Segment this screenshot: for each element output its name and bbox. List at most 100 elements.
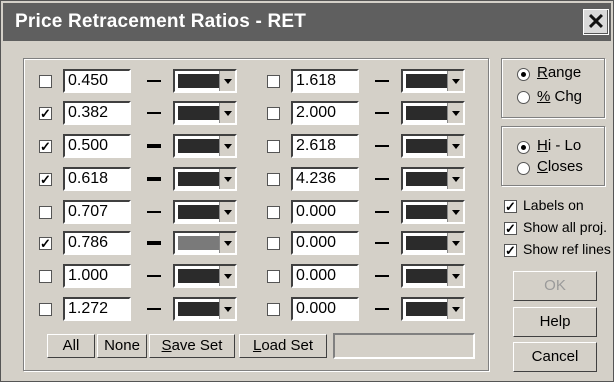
chevron-down-icon[interactable] <box>219 169 235 189</box>
pct-chg-radio[interactable] <box>517 91 530 104</box>
left_ratios-line-style[interactable] <box>147 275 161 277</box>
chevron-down-icon[interactable] <box>447 71 463 91</box>
left_ratios-value-field[interactable]: 1.272 <box>63 297 131 321</box>
left_ratios-checkbox[interactable]: ✓ <box>39 237 52 250</box>
left_ratios-line-style[interactable] <box>147 211 161 213</box>
cancel-button[interactable]: Cancel <box>513 342 597 372</box>
left_ratios-checkbox[interactable] <box>39 206 52 219</box>
left_ratios-color-combo[interactable] <box>173 134 237 158</box>
left_ratios-color-combo[interactable] <box>173 167 237 191</box>
left_ratios-line-style[interactable] <box>147 241 161 245</box>
right_ratios-line-style[interactable] <box>375 145 389 147</box>
left_ratios-checkbox[interactable] <box>39 270 52 283</box>
color-swatch <box>406 236 447 250</box>
right_ratios-checkbox[interactable] <box>267 206 280 219</box>
left_ratios-color-combo[interactable] <box>173 264 237 288</box>
set-name-field[interactable] <box>333 333 475 359</box>
close-button[interactable]: ✕ <box>583 9 609 35</box>
chevron-down-icon[interactable] <box>219 103 235 123</box>
right_ratios-line-style[interactable] <box>375 178 389 180</box>
chevron-down-icon[interactable] <box>447 136 463 156</box>
chevron-down-icon[interactable] <box>219 136 235 156</box>
chevron-down-icon[interactable] <box>447 202 463 222</box>
right_ratios-value-field[interactable]: 0.000 <box>291 200 359 224</box>
ok-button[interactable]: OK <box>513 271 597 301</box>
left_ratios-line-style[interactable] <box>147 177 161 181</box>
left_ratios-line-style[interactable] <box>147 144 161 148</box>
left_ratios-value-field[interactable]: 0.450 <box>63 69 131 93</box>
right_ratios-color-combo[interactable] <box>401 231 465 255</box>
left_ratios-line-style[interactable] <box>147 80 161 82</box>
left_ratios-color-combo[interactable] <box>173 101 237 125</box>
left_ratios-checkbox[interactable] <box>39 75 52 88</box>
none-button[interactable]: None <box>97 334 147 358</box>
right_ratios-color-combo[interactable] <box>401 134 465 158</box>
all-button[interactable]: All <box>47 334 95 358</box>
left_ratios-color-combo[interactable] <box>173 200 237 224</box>
right_ratios-value-field[interactable]: 1.618 <box>291 69 359 93</box>
hi-lo-radio[interactable] <box>517 141 530 154</box>
left_ratios-value-field[interactable]: 0.500 <box>63 134 131 158</box>
right_ratios-line-style[interactable] <box>375 308 389 310</box>
left_ratios-value-field[interactable]: 0.618 <box>63 167 131 191</box>
chevron-down-icon[interactable] <box>447 266 463 286</box>
right_ratios-line-style[interactable] <box>375 242 389 244</box>
range-radio[interactable] <box>517 68 530 81</box>
right_ratios-value-field[interactable]: 4.236 <box>291 167 359 191</box>
left_ratios-checkbox[interactable]: ✓ <box>39 140 52 153</box>
right_ratios-value-field[interactable]: 2.000 <box>291 101 359 125</box>
left_ratios-value-field[interactable]: 0.786 <box>63 231 131 255</box>
right_ratios-checkbox[interactable] <box>267 303 280 316</box>
chevron-down-icon[interactable] <box>447 103 463 123</box>
left_ratios-value-field[interactable]: 0.707 <box>63 200 131 224</box>
chevron-down-icon[interactable] <box>219 266 235 286</box>
left_ratios-line-style[interactable] <box>147 112 161 114</box>
title-bar[interactable]: Price Retracement Ratios - RET ✕ <box>3 3 611 41</box>
chevron-down-icon[interactable] <box>219 233 235 253</box>
right_ratios-color-combo[interactable] <box>401 167 465 191</box>
right_ratios-line-style[interactable] <box>375 275 389 277</box>
right_ratios-value-field[interactable]: 0.000 <box>291 264 359 288</box>
left_ratios-value-field[interactable]: 1.000 <box>63 264 131 288</box>
option-label: Labels on <box>523 197 584 213</box>
right_ratios-checkbox[interactable] <box>267 107 280 120</box>
right_ratios-color-combo[interactable] <box>401 297 465 321</box>
right_ratios-value-field[interactable]: 0.000 <box>291 231 359 255</box>
right_ratios-checkbox[interactable] <box>267 75 280 88</box>
chevron-down-icon[interactable] <box>447 169 463 189</box>
option-checkbox[interactable]: ✓ <box>504 244 517 257</box>
right_ratios-checkbox[interactable] <box>267 237 280 250</box>
right_ratios-value-field[interactable]: 2.618 <box>291 134 359 158</box>
left_ratios-value-field[interactable]: 0.382 <box>63 101 131 125</box>
chevron-down-icon[interactable] <box>219 202 235 222</box>
help-button[interactable]: Help <box>513 307 597 337</box>
right_ratios-checkbox[interactable] <box>267 173 280 186</box>
load-set-button[interactable]: Load Set <box>239 334 327 358</box>
color-swatch <box>178 236 219 250</box>
chevron-down-icon[interactable] <box>447 233 463 253</box>
right_ratios-line-style[interactable] <box>375 80 389 82</box>
closes-radio[interactable] <box>517 162 530 175</box>
left_ratios-color-combo[interactable] <box>173 231 237 255</box>
right_ratios-color-combo[interactable] <box>401 69 465 93</box>
right_ratios-color-combo[interactable] <box>401 101 465 125</box>
chevron-down-icon[interactable] <box>447 299 463 319</box>
right_ratios-checkbox[interactable] <box>267 140 280 153</box>
right_ratios-color-combo[interactable] <box>401 200 465 224</box>
left_ratios-checkbox[interactable] <box>39 303 52 316</box>
option-checkbox[interactable]: ✓ <box>504 200 517 213</box>
save-set-button[interactable]: Save Set <box>149 334 235 358</box>
right_ratios-line-style[interactable] <box>375 211 389 213</box>
chevron-down-icon[interactable] <box>219 71 235 91</box>
left_ratios-checkbox[interactable]: ✓ <box>39 107 52 120</box>
right_ratios-checkbox[interactable] <box>267 270 280 283</box>
left_ratios-line-style[interactable] <box>147 308 161 310</box>
option-checkbox[interactable]: ✓ <box>504 222 517 235</box>
right_ratios-value-field[interactable]: 0.000 <box>291 297 359 321</box>
left_ratios-color-combo[interactable] <box>173 297 237 321</box>
right_ratios-color-combo[interactable] <box>401 264 465 288</box>
right_ratios-line-style[interactable] <box>375 112 389 114</box>
left_ratios-checkbox[interactable]: ✓ <box>39 173 52 186</box>
chevron-down-icon[interactable] <box>219 299 235 319</box>
left_ratios-color-combo[interactable] <box>173 69 237 93</box>
